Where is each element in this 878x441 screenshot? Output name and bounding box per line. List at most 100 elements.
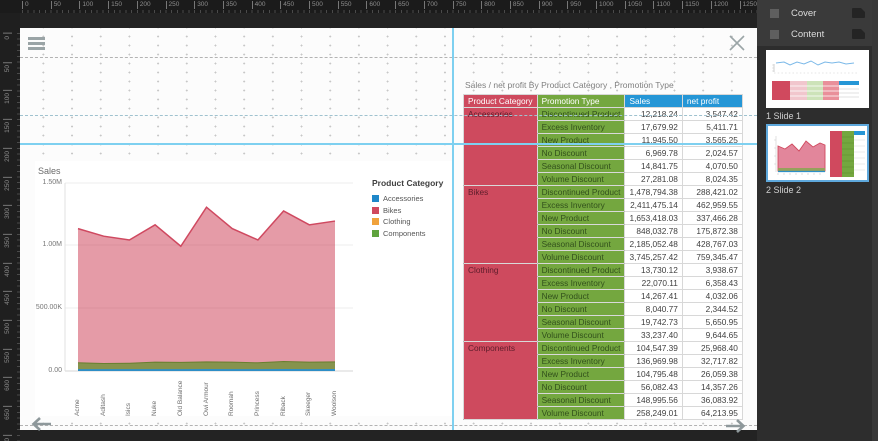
table-header-net-profit[interactable]: net profit — [682, 95, 742, 108]
table-header-product-category[interactable]: Product Category — [464, 95, 538, 108]
value-cell[interactable]: 8,040.77 — [625, 303, 682, 316]
close-icon[interactable] — [728, 34, 746, 52]
guide-line-horizontal[interactable] — [20, 143, 757, 145]
slide-2-thumbnail[interactable] — [766, 124, 869, 182]
value-cell[interactable]: 104,547.39 — [625, 342, 682, 355]
promotion-cell[interactable]: Excess Inventory — [537, 277, 625, 290]
promotion-cell[interactable]: Discontinued Product — [537, 186, 625, 199]
value-cell[interactable]: 4,032.06 — [682, 290, 742, 303]
table-header-promotion-type[interactable]: Promotion Type — [537, 95, 625, 108]
value-cell[interactable]: 2,185,052.48 — [625, 238, 682, 251]
sidebar-item-content[interactable]: Content — [757, 25, 878, 43]
legend-item[interactable]: Bikes — [372, 206, 452, 215]
value-cell[interactable]: 14,267.41 — [625, 290, 682, 303]
promotion-cell[interactable]: Volume Discount — [537, 329, 625, 342]
value-cell[interactable]: 136,969.98 — [625, 355, 682, 368]
slide-2-label[interactable]: 2 Slide 2 — [766, 185, 801, 195]
previous-slide-arrow[interactable] — [27, 416, 52, 432]
value-cell[interactable]: 6,358.43 — [682, 277, 742, 290]
promotion-cell[interactable]: No Discount — [537, 303, 625, 316]
value-cell[interactable]: 13,730.12 — [625, 264, 682, 277]
slide-1-thumbnail[interactable] — [766, 50, 869, 108]
value-cell[interactable]: 25,968.40 — [682, 342, 742, 355]
promotion-cell[interactable]: Excess Inventory — [537, 199, 625, 212]
value-cell[interactable]: 5,650.95 — [682, 316, 742, 329]
value-cell[interactable]: 2,344.52 — [682, 303, 742, 316]
value-cell[interactable]: 104,795.48 — [625, 368, 682, 381]
promotion-cell[interactable]: Discontinued Product — [537, 264, 625, 277]
table-row[interactable]: ComponentsDiscontinued Product104,547.39… — [464, 342, 743, 355]
vertical-ruler[interactable]: 0501001502002503003504004505005506006507… — [0, 13, 20, 441]
value-cell[interactable]: 4,070.50 — [682, 160, 742, 173]
table-row[interactable]: AccessoriesDiscontinued Product12,218.24… — [464, 108, 743, 121]
promotion-cell[interactable]: New Product — [537, 368, 625, 381]
table-header-sales[interactable]: Sales — [625, 95, 682, 108]
promotion-cell[interactable]: New Product — [537, 290, 625, 303]
slide-1-label[interactable]: 1 Slide 1 — [766, 111, 801, 121]
promotion-cell[interactable]: Volume Discount — [537, 173, 625, 186]
value-cell[interactable]: 19,742.73 — [625, 316, 682, 329]
value-cell[interactable]: 14,841.75 — [625, 160, 682, 173]
value-cell[interactable]: 759,345.47 — [682, 251, 742, 264]
value-cell[interactable]: 462,959.55 — [682, 199, 742, 212]
value-cell[interactable]: 26,059.38 — [682, 368, 742, 381]
promotion-cell[interactable]: Volume Discount — [537, 251, 625, 264]
value-cell[interactable]: 9,644.65 — [682, 329, 742, 342]
value-cell[interactable]: 428,767.03 — [682, 238, 742, 251]
promotion-cell[interactable]: Seasonal Discount — [537, 394, 625, 407]
category-cell[interactable]: Accessories — [464, 108, 538, 186]
value-cell[interactable]: 3,745,257.42 — [625, 251, 682, 264]
horizontal-ruler[interactable]: 0501001502002503003504004505005506006507… — [0, 0, 757, 13]
promotion-cell[interactable]: Discontinued Product — [537, 108, 625, 121]
checkbox-icon[interactable] — [770, 30, 779, 39]
promotion-cell[interactable]: Seasonal Discount — [537, 316, 625, 329]
table-row[interactable]: ClothingDiscontinued Product13,730.123,9… — [464, 264, 743, 277]
value-cell[interactable]: 148,995.56 — [625, 394, 682, 407]
promotion-cell[interactable]: Excess Inventory — [537, 355, 625, 368]
category-cell[interactable]: Bikes — [464, 186, 538, 264]
value-cell[interactable]: 288,421.02 — [682, 186, 742, 199]
promotion-cell[interactable]: Discontinued Product — [537, 342, 625, 355]
value-cell[interactable]: 3,547.42 — [682, 108, 742, 121]
sidebar-scrollbar[interactable] — [872, 0, 878, 441]
sidebar-item-cover[interactable]: Cover — [757, 4, 878, 22]
value-cell[interactable]: 3,938.67 — [682, 264, 742, 277]
category-cell[interactable]: Clothing — [464, 264, 538, 342]
value-cell[interactable]: 6,969.78 — [625, 147, 682, 160]
value-cell[interactable]: 337,466.28 — [682, 212, 742, 225]
value-cell[interactable]: 8,024.35 — [682, 173, 742, 186]
promotion-cell[interactable]: New Product — [537, 212, 625, 225]
menu-icon[interactable] — [28, 37, 45, 50]
promotion-cell[interactable]: No Discount — [537, 225, 625, 238]
promotion-cell[interactable]: No Discount — [537, 381, 625, 394]
value-cell[interactable]: 175,872.38 — [682, 225, 742, 238]
table-row[interactable]: BikesDiscontinued Product1,478,794.38288… — [464, 186, 743, 199]
value-cell[interactable]: 12,218.24 — [625, 108, 682, 121]
guide-line-dashed-1[interactable] — [20, 57, 757, 58]
legend-item[interactable]: Accessories — [372, 194, 452, 203]
category-cell[interactable]: Components — [464, 342, 538, 420]
legend-item[interactable]: Clothing — [372, 217, 452, 226]
value-cell[interactable]: 33,237.40 — [625, 329, 682, 342]
value-cell[interactable]: 36,083.92 — [682, 394, 742, 407]
value-cell[interactable]: 2,411,475.14 — [625, 199, 682, 212]
legend-item[interactable]: Components — [372, 229, 452, 238]
value-cell[interactable]: 5,411.71 — [682, 121, 742, 134]
value-cell[interactable]: 848,032.78 — [625, 225, 682, 238]
guide-line-dashed-3[interactable] — [20, 425, 757, 426]
slide-canvas[interactable]: Sales 1.50M1.00M500.00K0.00AcmeAditashIs… — [20, 28, 757, 430]
checkbox-icon[interactable] — [770, 9, 779, 18]
guide-line-dashed-2[interactable] — [20, 115, 757, 116]
promotion-cell[interactable]: Excess Inventory — [537, 121, 625, 134]
value-cell[interactable]: 32,717.82 — [682, 355, 742, 368]
value-cell[interactable]: 56,082.43 — [625, 381, 682, 394]
value-cell[interactable]: 22,070.11 — [625, 277, 682, 290]
promotion-cell[interactable]: Seasonal Discount — [537, 238, 625, 251]
value-cell[interactable]: 2,024.57 — [682, 147, 742, 160]
promotion-cell[interactable]: No Discount — [537, 147, 625, 160]
value-cell[interactable]: 14,357.26 — [682, 381, 742, 394]
value-cell[interactable]: 1,478,794.38 — [625, 186, 682, 199]
next-slide-arrow[interactable] — [725, 418, 750, 434]
value-cell[interactable]: 258,249.01 — [625, 407, 682, 420]
value-cell[interactable]: 1,653,418.03 — [625, 212, 682, 225]
